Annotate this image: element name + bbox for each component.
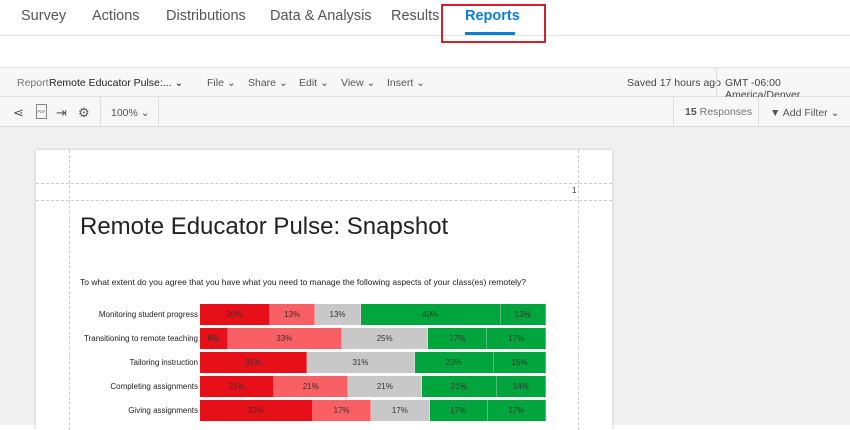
chart-row: Tailoring instruction 31% 31% 23% 15% (36, 352, 612, 373)
report-toolbar: ⋖ PDF ⇥ ⚙ 100% ⌄ 15 Responses ▼ Add Filt… (0, 97, 850, 127)
report-menubar: Report Remote Educator Pulse:... ⌄ File … (0, 67, 850, 101)
bar-segment: 13% (269, 304, 316, 325)
bar-segment: 15% (494, 352, 546, 373)
bar-segment: 17% (487, 328, 546, 349)
bar-segment: 23% (414, 352, 495, 373)
tab-distributions[interactable]: Distributions (166, 8, 246, 24)
guide-line (36, 183, 612, 184)
tab-data-analysis[interactable]: Data & Analysis (270, 8, 372, 24)
gear-icon[interactable]: ⚙ (78, 105, 90, 121)
chart-row: Giving assignments 33% 17% 17% 17% 17% (36, 400, 612, 421)
saved-status: Saved 17 hours ago (627, 77, 721, 89)
category-label: Giving assignments (128, 406, 198, 415)
report-name-dropdown[interactable]: Remote Educator Pulse:... ⌄ (49, 77, 183, 89)
bar-segment: 40% (360, 304, 501, 325)
page-number: 1 (572, 186, 577, 195)
menu-view[interactable]: View ⌄ (341, 77, 375, 89)
menu-label: View (341, 77, 364, 89)
bar-segment: 17% (371, 400, 430, 421)
label: Responses (699, 106, 753, 118)
category-label: Completing assignments (110, 382, 198, 391)
bar-segment: 33% (227, 328, 342, 349)
zoom-dropdown[interactable]: 100% ⌄ (111, 107, 150, 119)
question-text: To what extent do you agree that you hav… (80, 277, 527, 287)
guide-line (36, 200, 612, 201)
bar-segment: 17% (313, 400, 372, 421)
chart-row: Completing assignments 21% 21% 21% 21% 14% (36, 376, 612, 397)
category-label: Tailoring instruction (129, 358, 198, 367)
menu-label: Insert (387, 77, 414, 89)
tab-actions[interactable]: Actions (92, 8, 140, 24)
report-name: Remote Educator Pulse:... (49, 77, 172, 89)
divider (100, 97, 101, 126)
chart-row: Transitioning to remote teaching 8% 33% 25%… (36, 328, 612, 349)
menu-label: File (207, 77, 224, 89)
divider (716, 68, 717, 96)
bar-segment: 17% (428, 328, 488, 349)
bar-segment: 17% (429, 400, 488, 421)
bar-segment: 21% (274, 376, 349, 397)
filter-icon: ▼ (770, 107, 781, 119)
export-icon[interactable]: ⇥ (56, 105, 67, 121)
report-prefix: Report (17, 77, 49, 89)
menu-insert[interactable]: Insert ⌄ (387, 77, 425, 89)
menu-share[interactable]: Share ⌄ (248, 77, 288, 89)
top-nav: Survey Actions Distributions Data & Anal… (0, 0, 850, 43)
tab-survey[interactable]: Survey (21, 8, 66, 24)
responses-count[interactable]: 15 Responses (685, 106, 752, 118)
menu-edit[interactable]: Edit ⌄ (299, 77, 329, 89)
category-label: Transitioning to remote teaching (84, 334, 198, 343)
tab-results[interactable]: Results (391, 8, 439, 24)
bar-segment: 20% (200, 304, 270, 325)
share-icon[interactable]: ⋖ (13, 105, 24, 121)
bar-segment: 31% (307, 352, 415, 373)
menu-label: Edit (299, 77, 318, 89)
menu-file[interactable]: File ⌄ (207, 77, 236, 89)
divider (158, 97, 159, 126)
pdf-icon[interactable]: PDF (36, 104, 47, 119)
highlight-box (441, 4, 546, 43)
zoom-value: 100% (111, 107, 138, 119)
report-title[interactable]: Remote Educator Pulse: Snapshot (80, 213, 448, 241)
menu-label: Share (248, 77, 277, 89)
bar-segment: 17% (487, 400, 546, 421)
divider (673, 97, 674, 126)
bar-segment: 14% (496, 376, 546, 397)
count: 15 (685, 106, 697, 118)
bar-segment: 31% (200, 352, 308, 373)
bar-segment: 33% (200, 400, 314, 421)
bar-segment: 13% (315, 304, 361, 325)
add-filter-label: Add Filter (782, 107, 828, 119)
bar-segment: 13% (500, 304, 546, 325)
bar-segment: 25% (341, 328, 429, 349)
bar-segment: 21% (200, 376, 275, 397)
bar-segment: 21% (348, 376, 423, 397)
chart-row: Monitoring student progress 20% 13% 13% 40% 1… (36, 304, 612, 325)
bar-segment: 8% (200, 328, 228, 349)
add-filter-button[interactable]: ▼ Add Filter ⌄ (770, 107, 839, 119)
bar-segment: 21% (422, 376, 497, 397)
divider (758, 97, 759, 126)
report-page: 1 Remote Educator Pulse: Snapshot To wha… (36, 150, 612, 430)
category-label: Monitoring student progress (98, 310, 198, 319)
